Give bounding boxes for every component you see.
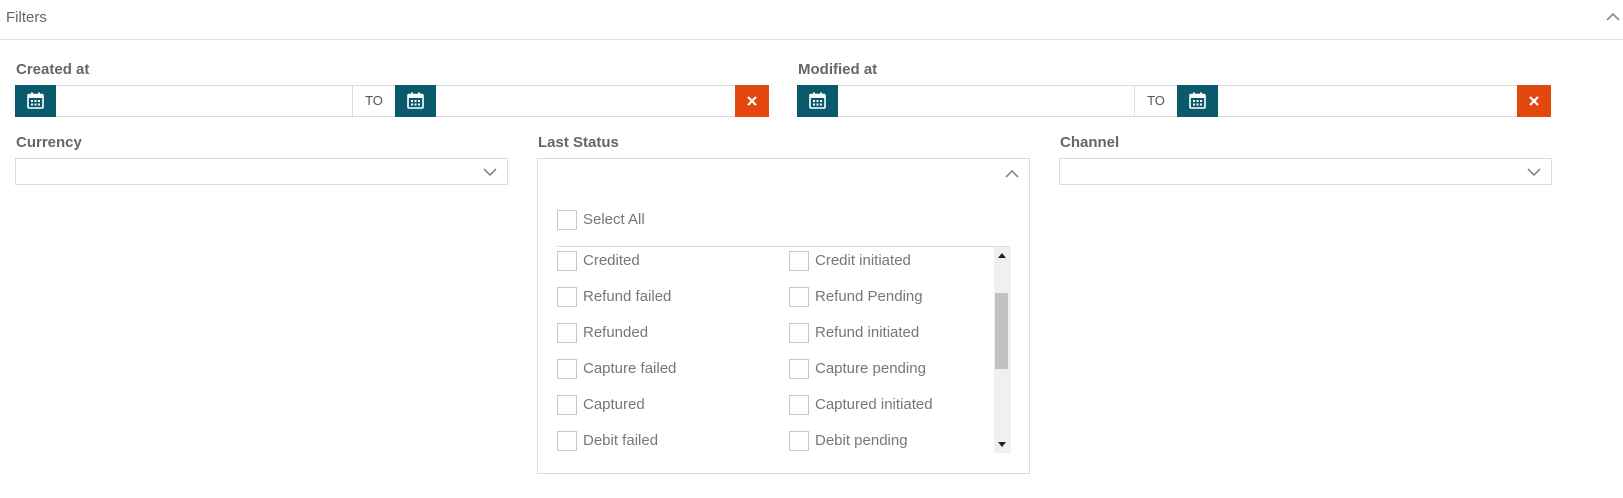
- scroll-up-arrow-icon[interactable]: [998, 253, 1006, 258]
- created-from-calendar-button[interactable]: [15, 85, 56, 117]
- status-checkbox-refunded[interactable]: [557, 323, 577, 343]
- dropdown-divider: [557, 246, 1009, 247]
- calendar-icon: [809, 92, 826, 109]
- status-label-refund-pending: Refund Pending: [815, 288, 923, 305]
- status-checkbox-credit-initiated[interactable]: [789, 251, 809, 271]
- status-checkbox-debit-pending[interactable]: [789, 431, 809, 451]
- status-checkbox-debit-failed[interactable]: [557, 431, 577, 451]
- created-at-range: TO: [15, 85, 769, 117]
- status-checkbox-refund-pending[interactable]: [789, 287, 809, 307]
- created-to-input[interactable]: [436, 86, 734, 116]
- status-label-captured: Captured: [583, 396, 645, 413]
- status-label-credited: Credited: [583, 252, 640, 269]
- modified-from-input[interactable]: [838, 86, 1134, 116]
- status-label-refund-initiated: Refund initiated: [815, 324, 920, 341]
- created-to-calendar-button[interactable]: [395, 85, 436, 117]
- close-icon: [1529, 96, 1539, 106]
- status-checkbox-captured-initiated[interactable]: [789, 395, 809, 415]
- status-label-credit-initiated: Credit initiated: [815, 252, 911, 269]
- status-checkbox-captured[interactable]: [557, 395, 577, 415]
- status-label-refund-failed: Refund failed: [583, 288, 672, 305]
- modified-to-separator: TO: [1134, 86, 1177, 116]
- scrollbar-thumb[interactable]: [995, 293, 1008, 369]
- channel-label: Channel: [1060, 134, 1120, 151]
- modified-clear-button[interactable]: [1517, 85, 1551, 117]
- status-label-debit-pending: Debit pending: [815, 432, 908, 449]
- last-status-label: Last Status: [538, 134, 619, 151]
- created-at-label: Created at: [16, 61, 90, 78]
- status-label-captured-initiated: Captured initiated: [815, 396, 933, 413]
- status-label-capture-pending: Capture pending: [815, 360, 926, 377]
- status-label-capture-failed: Capture failed: [583, 360, 677, 377]
- chevron-down-icon: [1527, 168, 1541, 177]
- currency-select[interactable]: [15, 158, 508, 185]
- status-label-refunded: Refunded: [583, 324, 649, 341]
- currency-label: Currency: [16, 134, 82, 151]
- calendar-icon: [407, 92, 424, 109]
- modified-to-calendar-button[interactable]: [1177, 85, 1218, 117]
- calendar-icon: [1189, 92, 1206, 109]
- status-checkbox-credited[interactable]: [557, 251, 577, 271]
- last-status-select[interactable]: [537, 158, 1030, 191]
- select-all-checkbox[interactable]: [557, 210, 577, 230]
- chevron-down-icon: [483, 168, 497, 177]
- scroll-down-arrow-icon[interactable]: [998, 442, 1006, 447]
- channel-select[interactable]: [1059, 158, 1552, 185]
- status-checkbox-capture-failed[interactable]: [557, 359, 577, 379]
- status-checkbox-refund-initiated[interactable]: [789, 323, 809, 343]
- chevron-up-icon[interactable]: [1605, 10, 1621, 24]
- chevron-up-icon: [1005, 169, 1019, 178]
- modified-at-label: Modified at: [798, 61, 878, 78]
- close-icon: [747, 96, 757, 106]
- created-clear-button[interactable]: [735, 85, 769, 117]
- status-checkbox-refund-failed[interactable]: [557, 287, 577, 307]
- status-list-scrollbar[interactable]: [994, 247, 1011, 453]
- created-to-separator: TO: [352, 86, 395, 116]
- status-checkbox-capture-pending[interactable]: [789, 359, 809, 379]
- status-label-debit-failed: Debit failed: [583, 432, 659, 449]
- last-status-dropdown: Select All Credited Credit initiated Ref…: [537, 190, 1030, 474]
- filters-header[interactable]: Filters: [0, 0, 1623, 40]
- created-from-input[interactable]: [56, 86, 352, 116]
- select-all-label: Select All: [583, 211, 645, 228]
- calendar-icon: [27, 92, 44, 109]
- modified-from-calendar-button[interactable]: [797, 85, 838, 117]
- modified-at-range: TO: [797, 85, 1551, 117]
- modified-to-input[interactable]: [1218, 86, 1516, 116]
- filters-title: Filters: [6, 9, 47, 26]
